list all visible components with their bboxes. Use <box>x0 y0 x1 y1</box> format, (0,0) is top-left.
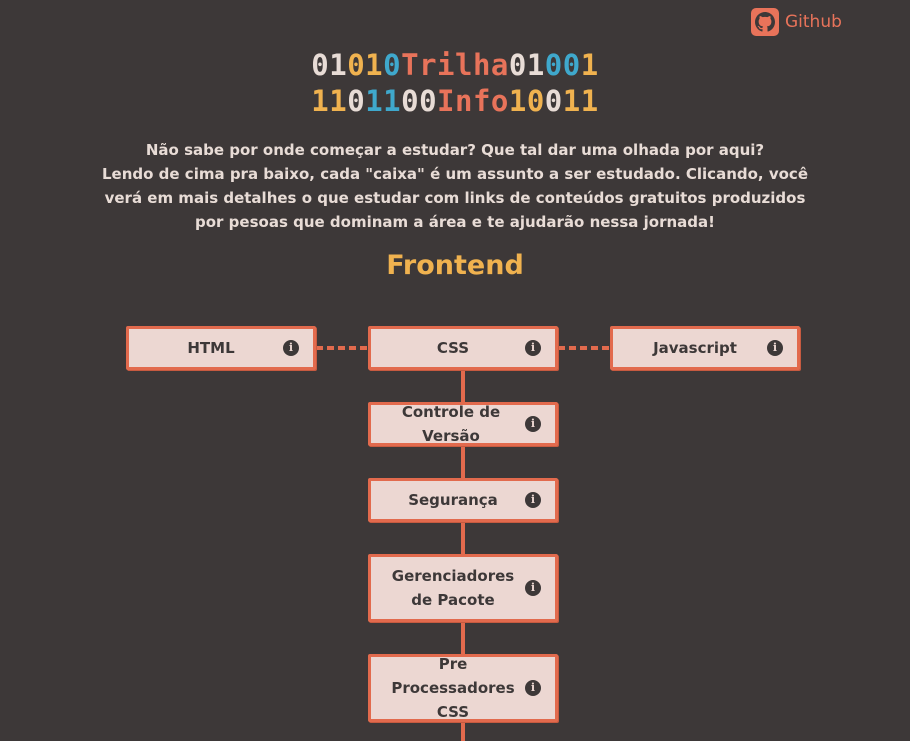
github-link[interactable]: Github <box>751 8 842 36</box>
node-css-label: CSS <box>436 339 470 357</box>
logo-segment: 11 <box>365 84 402 118</box>
node-package-managers[interactable]: Gerenciadores de Pacote i <box>368 554 558 622</box>
logo-segment: 11 <box>311 84 348 118</box>
info-icon: i <box>525 492 541 508</box>
section-title: Frontend <box>386 250 524 281</box>
intro-line-2: Lendo de cima pra baixo, cada "caixa" é … <box>102 165 808 231</box>
logo-line-1: 01010Trilha01001 <box>0 48 910 82</box>
node-javascript-label: Javascript <box>653 339 737 357</box>
logo-segment: 00 <box>401 84 438 118</box>
intro-text: Não sabe por onde começar a estudar? Que… <box>90 138 820 234</box>
info-icon: i <box>525 340 541 356</box>
logo-segment: Trilha <box>401 48 509 82</box>
logo-segment: 11 <box>562 84 599 118</box>
logo-segment: 10 <box>508 84 545 118</box>
node-javascript[interactable]: Javascript i <box>610 326 800 370</box>
logo-segment: 01 <box>311 48 348 82</box>
node-html-label: HTML <box>187 339 235 357</box>
info-icon: i <box>525 416 541 432</box>
connector-css-javascript <box>558 346 610 350</box>
node-css[interactable]: CSS i <box>368 326 558 370</box>
logo-line-2: 1101100Info10011 <box>0 84 910 118</box>
node-html[interactable]: HTML i <box>126 326 316 370</box>
node-security-label: Segurança <box>408 491 498 509</box>
connector-html-css <box>316 346 368 350</box>
logo-segment: 0 <box>544 84 563 118</box>
info-icon: i <box>525 680 541 696</box>
logo-segment: 0 <box>383 48 402 82</box>
info-icon: i <box>525 580 541 596</box>
node-version-control[interactable]: Controle de Versão i <box>368 402 558 446</box>
github-label: Github <box>785 12 842 32</box>
node-css-preprocessors[interactable]: Pre Processadores CSS i <box>368 654 558 722</box>
logo-segment: 1 <box>580 48 599 82</box>
logo-segment: Info <box>437 84 509 118</box>
logo-segment: 00 <box>544 48 581 82</box>
intro-line-1: Não sabe por onde começar a estudar? Que… <box>145 141 765 159</box>
logo-segment: 01 <box>347 48 384 82</box>
logo-segment: 0 <box>347 84 366 118</box>
node-security[interactable]: Segurança i <box>368 478 558 522</box>
info-icon: i <box>283 340 299 356</box>
github-icon <box>751 8 779 36</box>
logo-segment: 01 <box>508 48 545 82</box>
info-icon: i <box>767 340 783 356</box>
